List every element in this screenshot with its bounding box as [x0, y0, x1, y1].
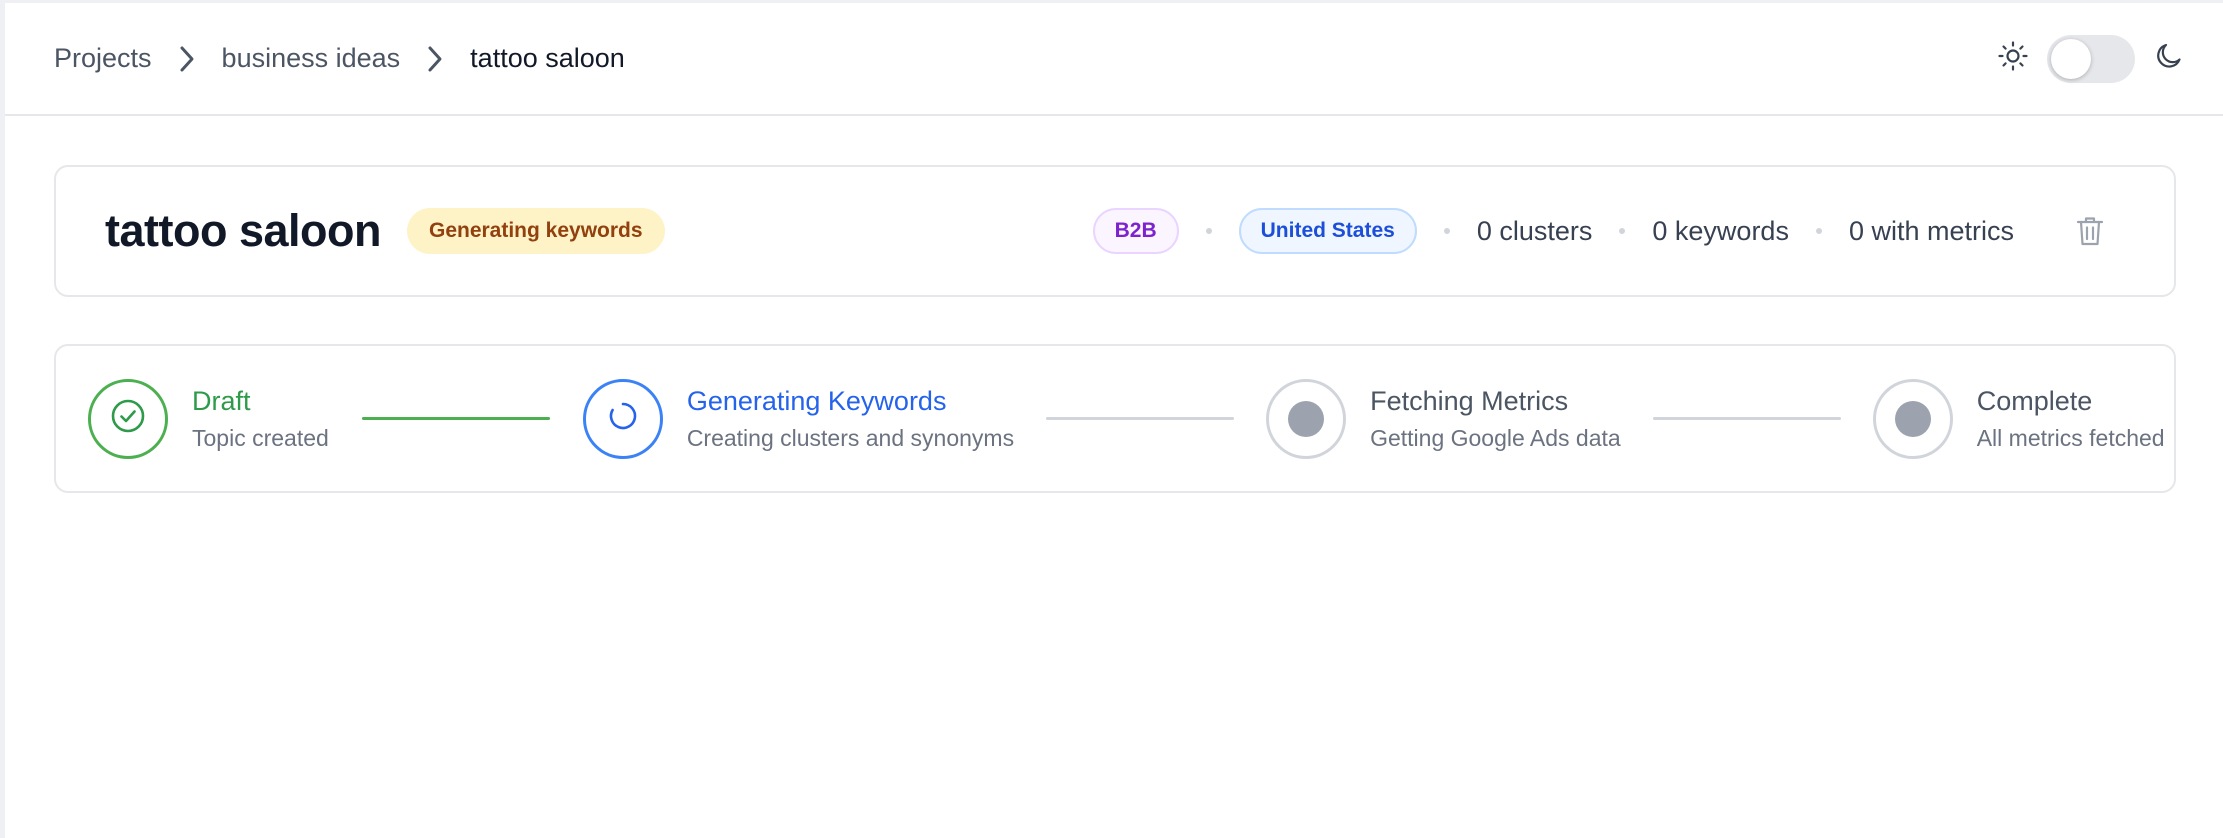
- step-connector: [1652, 417, 1841, 420]
- keywords-count: 0 keywords: [1652, 215, 1789, 246]
- step-connector: [361, 417, 550, 420]
- progress-steps: Draft Topic created Generating Keywords …: [54, 344, 2176, 493]
- step-draft: Draft Topic created: [88, 378, 329, 459]
- status-badge: Generating keywords: [406, 208, 665, 254]
- step-title: Fetching Metrics: [1370, 385, 1569, 416]
- metrics-count: 0 with metrics: [1848, 215, 2014, 246]
- chevron-right-icon: [400, 44, 470, 74]
- step-title: Generating Keywords: [686, 385, 947, 416]
- theme-toggle[interactable]: [2047, 34, 2135, 83]
- step-subtitle: Creating clusters and synonyms: [686, 424, 1015, 451]
- step-circle-pending: [1872, 378, 1953, 459]
- step-circle-active: [582, 378, 663, 459]
- spinner-icon: [608, 401, 638, 436]
- step-circle-done: [88, 378, 168, 459]
- moon-icon: [2153, 40, 2185, 77]
- separator-dot: [1443, 228, 1450, 234]
- sun-icon: [1997, 40, 2029, 77]
- toggle-knob: [2051, 38, 2091, 79]
- breadcrumb-business-ideas[interactable]: business ideas: [222, 43, 401, 74]
- topic-card: tattoo saloon Generating keywords B2B Un…: [54, 165, 2176, 297]
- step-fetching-metrics: Fetching Metrics Getting Google Ads data: [1266, 378, 1621, 459]
- left-edge: [0, 0, 5, 838]
- step-generating-keywords: Generating Keywords Creating clusters an…: [582, 378, 1015, 459]
- page-title: tattoo saloon: [105, 205, 381, 256]
- step-complete: Complete All metrics fetched: [1872, 378, 2165, 459]
- breadcrumb: Projects business ideas tattoo saloon: [54, 43, 625, 74]
- business-type-tag: B2B: [1092, 208, 1179, 254]
- check-circle-icon: [110, 398, 146, 439]
- pending-dot-icon: [1288, 400, 1325, 437]
- step-title: Complete: [1976, 385, 2093, 416]
- country-tag: United States: [1238, 208, 1417, 254]
- separator-dot: [1815, 228, 1822, 234]
- step-subtitle: Getting Google Ads data: [1370, 424, 1621, 451]
- separator-dot: [1205, 228, 1212, 234]
- clusters-count: 0 clusters: [1476, 215, 1593, 246]
- step-subtitle: All metrics fetched: [1976, 424, 2165, 451]
- theme-control: [1997, 34, 2185, 83]
- step-subtitle: Topic created: [192, 424, 329, 451]
- step-connector: [1046, 417, 1235, 420]
- step-circle-pending: [1266, 378, 1347, 459]
- pending-dot-icon: [1894, 400, 1931, 437]
- header-bar: Projects business ideas tattoo saloon: [5, 3, 2223, 116]
- trash-icon[interactable]: [2076, 215, 2104, 247]
- chevron-right-icon: [152, 44, 222, 74]
- breadcrumb-projects[interactable]: Projects: [54, 43, 152, 74]
- breadcrumb-current: tattoo saloon: [470, 43, 625, 73]
- step-title: Draft: [192, 385, 251, 416]
- separator-dot: [1619, 228, 1626, 234]
